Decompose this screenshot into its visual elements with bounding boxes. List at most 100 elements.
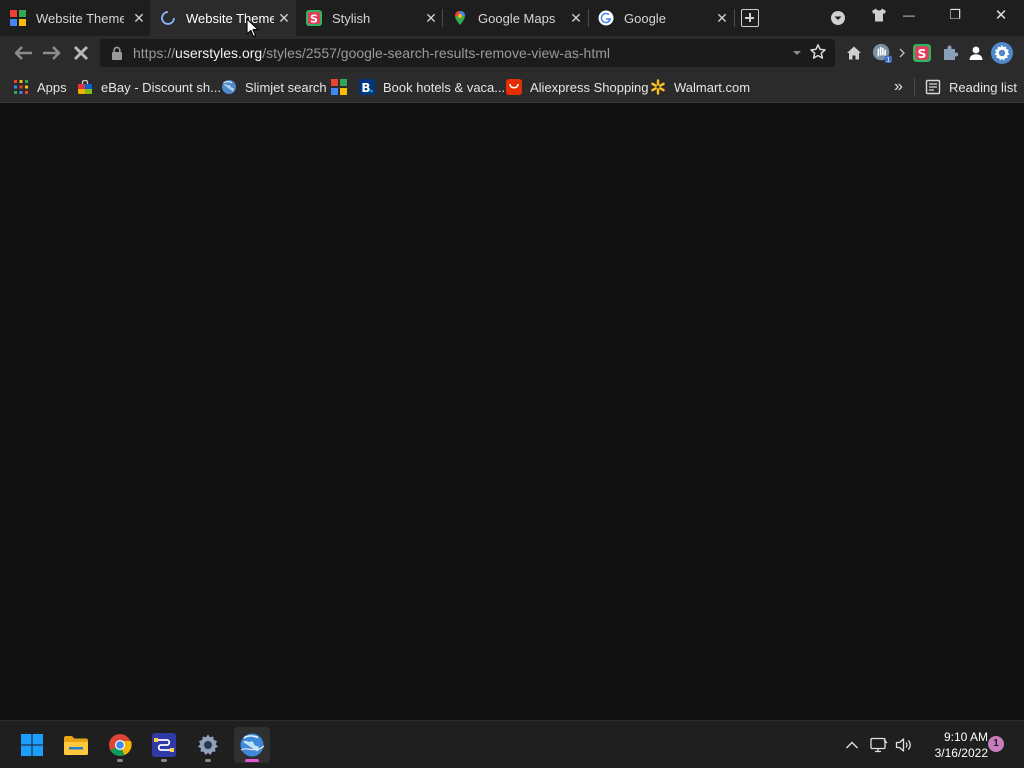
reading-list-button[interactable]: Reading list bbox=[925, 78, 1017, 96]
tab-search-button[interactable] bbox=[818, 3, 858, 33]
volume-button[interactable] bbox=[894, 735, 914, 755]
bookmark-label: Slimjet search bbox=[245, 79, 327, 95]
google-favicon-icon bbox=[598, 10, 614, 26]
tab-stylish[interactable]: S Stylish ✕ bbox=[296, 0, 442, 36]
url-path: /styles/2557/google-search-results-remov… bbox=[262, 45, 610, 61]
aliexpress-icon bbox=[506, 79, 522, 95]
notification-badge[interactable]: 1 bbox=[988, 736, 1004, 752]
clock-time: 9:10 AM bbox=[943, 730, 988, 744]
slimjet-globe-icon bbox=[240, 733, 265, 757]
settings-button[interactable] bbox=[990, 41, 1014, 65]
bookmark-booking[interactable]: B Book hotels & vaca... bbox=[359, 78, 505, 96]
tab-close-icon[interactable]: ✕ bbox=[424, 11, 438, 25]
walmart-icon bbox=[650, 79, 666, 95]
extensions-button[interactable] bbox=[940, 43, 960, 63]
bookmark-label: eBay - Discount sh... bbox=[101, 79, 221, 95]
website-themes-icon bbox=[331, 79, 347, 95]
taskbar-slimjet[interactable] bbox=[234, 727, 270, 763]
bookmarks-bar: Apps eBay - Discount sh... Slimjet searc… bbox=[0, 70, 1024, 103]
tshirt-icon bbox=[872, 8, 886, 22]
reading-list-label: Reading list bbox=[949, 79, 1017, 95]
windows-taskbar: 9:10 AM 3/16/2022 bbox=[0, 720, 1024, 768]
tab-google-maps[interactable]: Google Maps ✕ bbox=[442, 0, 588, 36]
stylish-favicon-icon: S bbox=[306, 10, 322, 26]
apps-grid-icon bbox=[13, 79, 29, 95]
tab-website-themes-2[interactable]: Website Themes ✕ bbox=[150, 0, 296, 36]
puzzle-piece-icon bbox=[944, 45, 959, 60]
network-status-button[interactable] bbox=[869, 735, 889, 755]
tab-google[interactable]: Google ✕ bbox=[588, 0, 734, 36]
svg-text:S: S bbox=[310, 13, 318, 26]
address-bar[interactable]: https://userstyles.org/styles/2557/googl… bbox=[100, 39, 835, 67]
bookmark-aliexpress[interactable]: Aliexpress Shopping bbox=[506, 78, 649, 96]
double-chevron-right-icon: » bbox=[894, 78, 903, 95]
tab-separator bbox=[734, 9, 735, 27]
google-maps-favicon-icon bbox=[452, 10, 468, 26]
stop-loading-button[interactable] bbox=[70, 42, 92, 64]
bookmark-apps[interactable]: Apps bbox=[13, 78, 67, 96]
taskbar-network-app[interactable] bbox=[146, 727, 182, 763]
show-hidden-icons-button[interactable] bbox=[842, 735, 862, 755]
start-button[interactable] bbox=[14, 727, 50, 763]
restore-button[interactable]: ❐ bbox=[935, 0, 975, 30]
tab-close-icon[interactable]: ✕ bbox=[277, 11, 291, 25]
clock-date: 3/16/2022 bbox=[934, 746, 988, 760]
taskbar-clock[interactable]: 9:10 AM 3/16/2022 bbox=[918, 729, 988, 761]
page-content-area[interactable] bbox=[0, 104, 1024, 720]
window-close-button[interactable]: ✕ bbox=[981, 0, 1021, 30]
stylish-icon: S bbox=[913, 44, 931, 62]
gear-icon bbox=[991, 42, 1013, 64]
settings-gear-icon bbox=[198, 734, 218, 755]
new-tab-button[interactable] bbox=[741, 9, 759, 27]
tab-separator bbox=[442, 9, 443, 27]
home-icon bbox=[847, 46, 861, 60]
website-themes-favicon-icon bbox=[10, 10, 26, 26]
running-indicator bbox=[161, 759, 167, 762]
minimize-button[interactable]: — bbox=[889, 0, 929, 30]
chrome-icon bbox=[109, 734, 132, 756]
bookmark-website-themes[interactable] bbox=[331, 78, 347, 96]
globe-icon bbox=[221, 79, 237, 95]
active-window-indicator bbox=[245, 759, 259, 762]
stylish-extension-button[interactable]: S bbox=[912, 43, 932, 63]
bookmark-ebay[interactable]: eBay - Discount sh... bbox=[77, 78, 221, 96]
tab-close-icon[interactable]: ✕ bbox=[132, 11, 146, 25]
omnibox-dropdown-icon[interactable] bbox=[793, 51, 801, 55]
tab-close-icon[interactable]: ✕ bbox=[715, 11, 729, 25]
ebay-icon bbox=[77, 79, 93, 95]
back-button[interactable] bbox=[12, 42, 34, 64]
running-indicator bbox=[117, 759, 123, 762]
browser-toolbar: https://userstyles.org/styles/2557/googl… bbox=[0, 36, 1024, 70]
lock-icon[interactable] bbox=[111, 46, 123, 65]
home-button[interactable] bbox=[844, 43, 864, 63]
bookmark-label: Apps bbox=[37, 79, 67, 95]
speaker-icon bbox=[895, 738, 911, 752]
back-arrow-icon bbox=[14, 46, 32, 60]
tab-close-icon[interactable]: ✕ bbox=[569, 11, 583, 25]
bookmark-label: Aliexpress Shopping bbox=[530, 79, 649, 95]
svg-text:1: 1 bbox=[886, 57, 890, 64]
forward-button[interactable] bbox=[41, 42, 63, 64]
minimize-icon: — bbox=[903, 8, 915, 22]
reading-list-icon bbox=[925, 79, 941, 95]
tab-website-themes-1[interactable]: Website Themes ✕ bbox=[0, 0, 150, 36]
bookmark-walmart[interactable]: Walmart.com bbox=[650, 78, 750, 96]
profile-button[interactable] bbox=[966, 43, 986, 63]
network-monitor-icon bbox=[870, 737, 888, 753]
running-indicator bbox=[205, 759, 211, 762]
forward-arrow-icon bbox=[43, 46, 61, 60]
bookmarks-separator bbox=[914, 78, 915, 96]
taskbar-chrome[interactable] bbox=[102, 727, 138, 763]
person-icon bbox=[969, 46, 983, 60]
tab-title: Website Themes bbox=[36, 10, 124, 26]
taskbar-settings[interactable] bbox=[190, 727, 226, 763]
taskbar-file-explorer[interactable] bbox=[58, 727, 94, 763]
extension-overflow-chevron[interactable] bbox=[895, 43, 909, 63]
chevron-up-icon bbox=[846, 741, 858, 749]
bookmarks-overflow-button[interactable]: » bbox=[894, 78, 903, 96]
close-icon: ✕ bbox=[994, 7, 1008, 24]
bookmark-slimjet-search[interactable]: Slimjet search bbox=[221, 78, 327, 96]
adblock-extension-button[interactable]: 1 bbox=[872, 43, 892, 64]
bookmark-star-icon[interactable] bbox=[809, 43, 827, 66]
url-prefix: https:// bbox=[133, 45, 176, 61]
